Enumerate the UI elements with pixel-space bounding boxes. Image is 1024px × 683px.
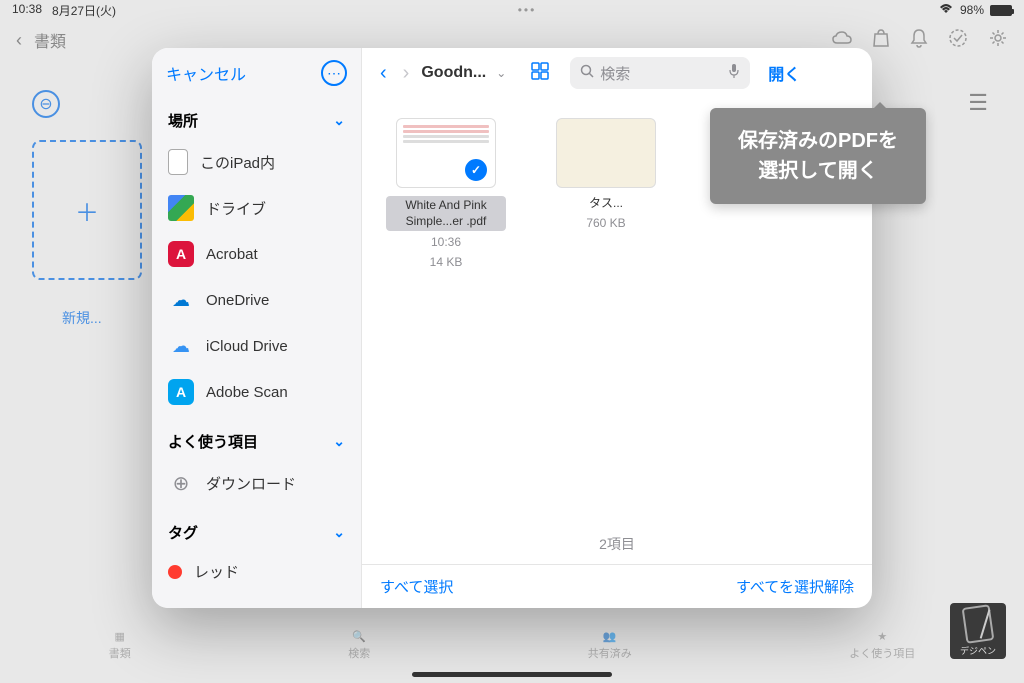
sidebar-item-downloads[interactable]: ⊕ ダウンロード [152,460,361,506]
nav-forward-button[interactable]: › [399,62,414,85]
sidebar: キャンセル ⋯ 場所 ⌄ このiPad内 ドライブ A Acrobat ☁ [152,48,362,608]
tab-search[interactable]: 🔍 検索 [348,630,370,661]
sidebar-item-acrobat[interactable]: A Acrobat [152,231,361,277]
toggle-circle-icon[interactable]: ⊖ [32,90,60,118]
cancel-button[interactable]: キャンセル [166,61,246,85]
main-footer: すべて選択 すべてを選択解除 [362,564,872,608]
sidebar-item-drive[interactable]: ドライブ [152,185,361,231]
chevron-down-icon: ⌄ [333,112,345,129]
locations-header[interactable]: 場所 ⌄ [152,102,361,139]
shared-icon: 👥 [603,630,617,643]
nav-back-button[interactable]: ‹ [376,62,391,85]
sidebar-item-tag-red[interactable]: レッド [152,551,361,592]
icloud-icon: ☁ [168,333,194,359]
file-time: 10:36 [386,235,506,251]
mic-icon[interactable] [728,63,740,83]
bell-icon[interactable] [910,28,928,53]
tab-shared[interactable]: 👥 共有済み [588,630,632,661]
search-icon [580,64,594,82]
chevron-down-icon: ⌄ [333,524,345,541]
file-size: 760 KB [546,216,666,232]
status-time: 10:38 [12,2,42,19]
adobe-scan-icon: A [168,379,194,405]
watermark-ipad-icon [962,604,995,644]
plus-icon: ＋ [75,193,99,228]
tab-favorites[interactable]: ★ よく使う項目 [849,630,915,661]
tab-shelf[interactable]: ▦ 書類 [109,630,131,661]
list-view-icon[interactable]: ☰ [968,90,988,116]
check-circle-icon[interactable] [948,28,968,53]
sidebar-item-adobescan[interactable]: A Adobe Scan [152,369,361,415]
shelf-icon: ▦ [115,630,125,643]
breadcrumb[interactable]: Goodn... [421,64,486,82]
sidebar-header: キャンセル ⋯ [152,48,361,98]
sidebar-item-onedrive[interactable]: ☁ OneDrive [152,277,361,323]
sidebar-item-ipad[interactable]: このiPad内 [152,139,361,185]
chevron-down-icon: ⌄ [333,433,345,450]
battery-percent: 98% [960,3,984,17]
file-thumbnail [396,118,496,188]
new-document-box[interactable]: ＋ [32,140,142,280]
gear-icon[interactable] [988,28,1008,53]
favorites-header[interactable]: よく使う項目 ⌄ [152,423,361,460]
file-item[interactable]: タス... 760 KB [546,118,666,231]
acrobat-icon: A [168,241,194,267]
ipad-icon [168,149,188,175]
grid-view-button[interactable] [530,61,550,86]
search-input[interactable]: 検索 [570,57,750,89]
google-drive-icon [168,195,194,221]
home-indicator[interactable] [412,672,612,677]
file-name: タス... [546,196,666,212]
status-bar: 10:38 8月27日(火) ••• 98% [0,0,1024,20]
select-all-button[interactable]: すべて選択 [380,576,453,597]
star-icon: ★ [877,630,887,643]
back-chevron-icon[interactable]: ‹ [16,30,22,51]
battery-icon [990,5,1012,16]
multitask-dots[interactable]: ••• [518,3,537,17]
open-button[interactable]: 開く [768,61,800,85]
bag-icon[interactable] [872,28,890,53]
search-tab-icon: 🔍 [352,630,366,643]
file-thumbnail [556,118,656,188]
more-options-button[interactable]: ⋯ [321,60,347,86]
download-icon: ⊕ [168,470,194,496]
main-header: ‹ › Goodn... ⌄ 検索 開く [362,48,872,98]
file-size: 14 KB [386,255,506,271]
wifi-icon [938,3,954,18]
new-label[interactable]: 新規... [62,308,102,328]
breadcrumb-chevron-icon[interactable]: ⌄ [496,66,506,80]
item-count: 2項目 [362,524,872,564]
sidebar-item-icloud[interactable]: ☁ iCloud Drive [152,323,361,369]
status-date: 8月27日(火) [52,2,116,19]
deselect-all-button[interactable]: すべてを選択解除 [736,576,854,597]
instruction-callout: 保存済みのPDFを 選択して開く [710,108,926,204]
bottom-tab-bar: ▦ 書類 🔍 検索 👥 共有済み ★ よく使う項目 [0,625,1024,665]
file-item[interactable]: White And Pink Simple...er .pdf 10:36 14… [386,118,506,270]
watermark: デジペン [950,603,1006,659]
file-name: White And Pink Simple...er .pdf [386,196,506,231]
onedrive-icon: ☁ [168,287,194,313]
tags-header[interactable]: タグ ⌄ [152,514,361,551]
header-back-title[interactable]: 書類 [34,28,66,52]
red-tag-icon [168,565,182,579]
